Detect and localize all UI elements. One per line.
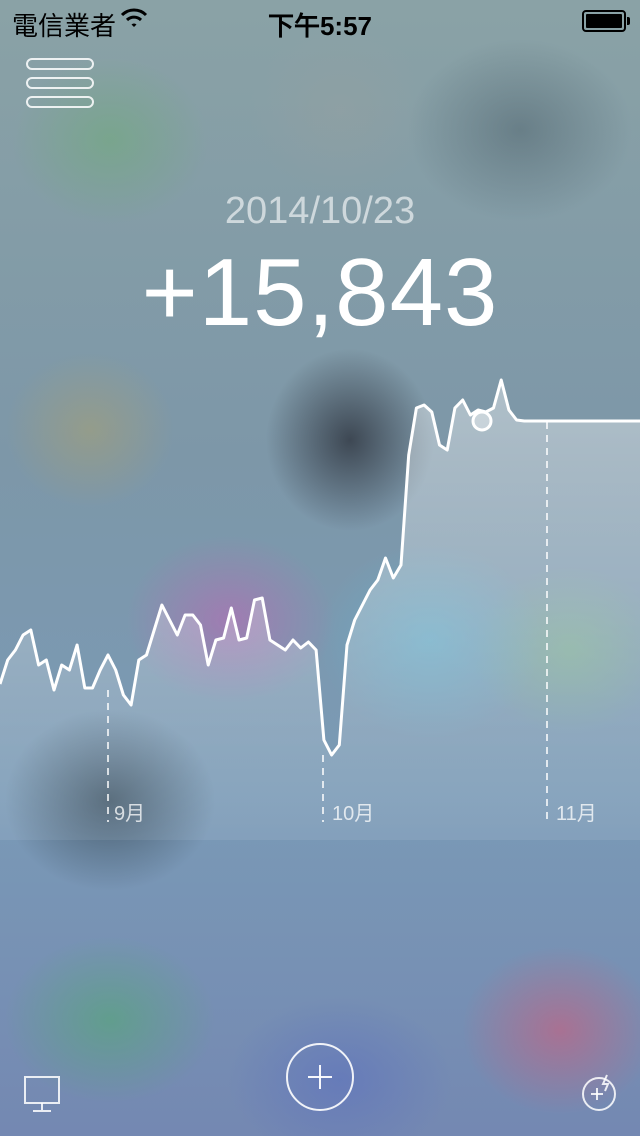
x-tick-label-sep: 9月: [114, 803, 145, 825]
selected-date: 2014/10/23: [224, 190, 416, 232]
plus-circle-icon[interactable]: [286, 1043, 354, 1111]
quick-add-icon[interactable]: [578, 1072, 620, 1114]
selected-point-marker[interactable]: [471, 410, 493, 432]
hamburger-menu-icon[interactable]: [26, 58, 94, 110]
status-time: 下午5:57: [267, 11, 373, 41]
line-chart[interactable]: 9月 10月 11月: [0, 360, 640, 840]
presentation-screen-icon[interactable]: [22, 1072, 66, 1116]
battery-icon: [582, 10, 630, 32]
chart-area-fill: [0, 380, 640, 840]
x-tick-label-nov: 11月: [556, 803, 597, 825]
status-bar: 電信業者 下午5:57: [0, 0, 640, 41]
selected-value: +15,843: [141, 239, 499, 346]
x-tick-label-oct: 10月: [332, 803, 374, 825]
